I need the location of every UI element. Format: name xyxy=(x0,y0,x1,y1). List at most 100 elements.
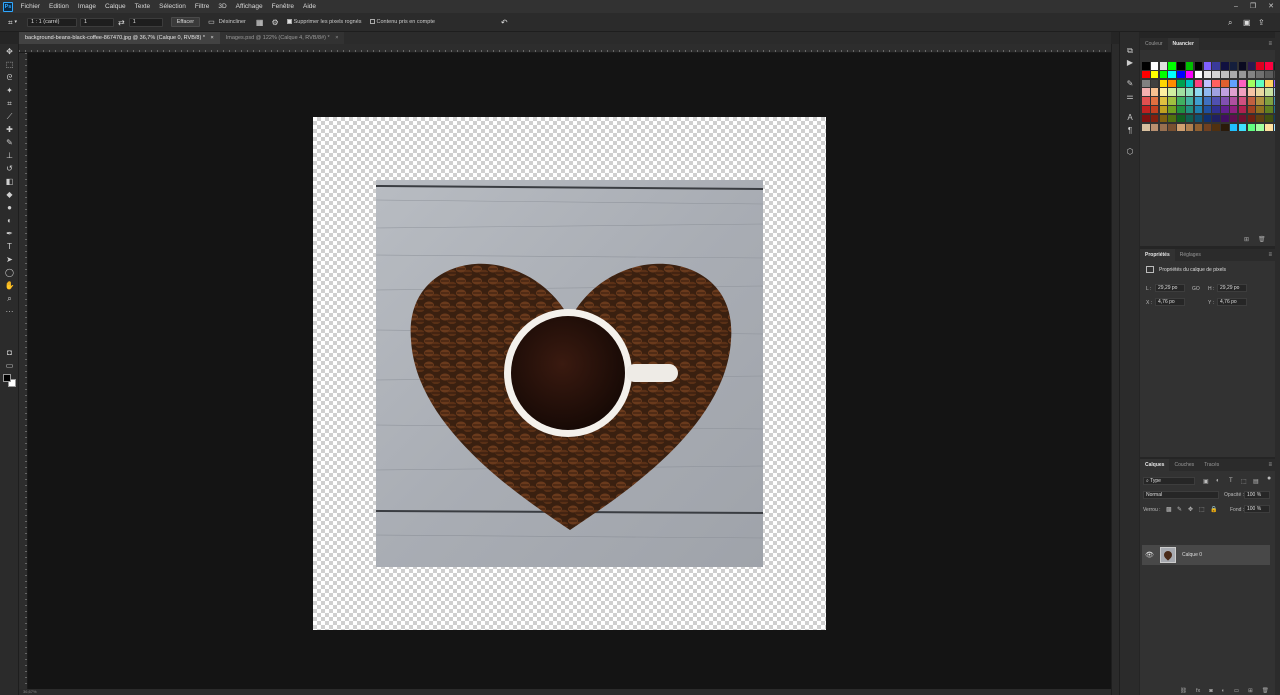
filter-toggle-icon[interactable]: ● xyxy=(1267,475,1271,482)
swatch[interactable] xyxy=(1177,88,1185,96)
search-icon[interactable]: ⌕ xyxy=(1228,13,1232,32)
swatch[interactable] xyxy=(1177,97,1185,105)
swatch[interactable] xyxy=(1150,70,1159,79)
swatch[interactable] xyxy=(1142,88,1150,96)
swatch[interactable] xyxy=(1159,79,1168,88)
panel-menu-icon[interactable]: ≡ xyxy=(1268,38,1272,50)
swatch[interactable] xyxy=(1212,70,1220,79)
filter-shape-icon[interactable]: ⬚ xyxy=(1241,478,1247,485)
tab-traces[interactable]: Tracés xyxy=(1199,459,1224,471)
clear-button[interactable]: Effacer xyxy=(170,17,201,27)
lock-artboard-icon[interactable]: ⬚ xyxy=(1199,506,1205,513)
swatch[interactable] xyxy=(1203,79,1212,88)
swatch[interactable] xyxy=(1221,88,1229,96)
tab-calques[interactable]: Calques xyxy=(1140,459,1170,471)
swatch[interactable] xyxy=(1185,97,1194,105)
more-tools-icon[interactable]: ··· xyxy=(3,306,16,318)
swatch[interactable] xyxy=(1203,70,1212,79)
swatch[interactable] xyxy=(1203,88,1212,96)
menu-calque[interactable]: Calque xyxy=(100,0,130,13)
tab-reglages[interactable]: Réglages xyxy=(1175,249,1206,261)
blur-icon[interactable]: ● xyxy=(3,202,16,214)
link-icon[interactable]: GO xyxy=(1192,286,1200,292)
grid-overlay-icon[interactable]: ▦ xyxy=(256,13,264,32)
swatch[interactable] xyxy=(1229,123,1238,132)
swatch[interactable] xyxy=(1168,70,1176,79)
swatch[interactable] xyxy=(1247,88,1256,96)
menu-filtre[interactable]: Filtre xyxy=(190,0,213,13)
paint-bucket-icon[interactable]: ◆ xyxy=(3,189,16,201)
swatch[interactable] xyxy=(1247,114,1256,123)
swatch[interactable] xyxy=(1247,97,1256,105)
swatch[interactable] xyxy=(1150,88,1159,96)
menu-image[interactable]: Image xyxy=(73,0,100,13)
swatch[interactable] xyxy=(1238,79,1247,88)
panel-menu-icon[interactable]: ≡ xyxy=(1268,459,1272,471)
swatch[interactable] xyxy=(1150,114,1159,123)
swatch[interactable] xyxy=(1194,88,1203,96)
marquee-tool-icon[interactable]: ⬚ xyxy=(3,59,16,71)
eraser-icon[interactable]: ◧ xyxy=(3,176,16,188)
swatch[interactable] xyxy=(1177,123,1185,132)
swatch[interactable] xyxy=(1212,62,1220,70)
eyedropper-icon[interactable]: ⟋ xyxy=(3,111,16,123)
width-field[interactable]: 1 xyxy=(80,17,115,27)
swatch[interactable] xyxy=(1185,70,1194,79)
move-tool-icon[interactable]: ✥ xyxy=(3,46,16,58)
gear-icon[interactable]: ⚙ xyxy=(271,13,278,32)
y-input[interactable]: 4,76 po xyxy=(1217,298,1247,306)
swatch[interactable] xyxy=(1150,105,1159,114)
vertical-ruler[interactable] xyxy=(19,53,28,689)
x-input[interactable]: 4,76 po xyxy=(1155,298,1185,306)
brush-settings-icon[interactable]: ✎ xyxy=(1125,79,1135,89)
swatch[interactable] xyxy=(1247,62,1256,70)
swatch[interactable] xyxy=(1159,88,1168,96)
swatch[interactable] xyxy=(1256,79,1264,88)
swatch[interactable] xyxy=(1265,105,1273,114)
swatch[interactable] xyxy=(1168,105,1176,114)
swatch[interactable] xyxy=(1229,70,1238,79)
swatch[interactable] xyxy=(1159,105,1168,114)
brush-icon[interactable]: ✎ xyxy=(3,137,16,149)
swatch[interactable] xyxy=(1256,62,1264,70)
swatch[interactable] xyxy=(1212,105,1220,114)
swatch[interactable] xyxy=(1150,62,1159,70)
swatch[interactable] xyxy=(1177,79,1185,88)
adjust-icon[interactable]: ⚌ xyxy=(1125,92,1135,102)
link-layers-icon[interactable]: ⛓ xyxy=(1180,688,1187,694)
swatch[interactable] xyxy=(1229,97,1238,105)
history-brush-icon[interactable]: ↺ xyxy=(3,163,16,175)
eye-icon[interactable]: 👁 xyxy=(1145,551,1157,559)
tab-close-icon[interactable]: × xyxy=(335,35,338,41)
undo-icon[interactable]: ↶ xyxy=(501,13,508,32)
new-swatch-icon[interactable]: ⊞ xyxy=(1244,236,1249,243)
swatch[interactable] xyxy=(1168,88,1176,96)
swatch[interactable] xyxy=(1221,105,1229,114)
zoom-tool-icon[interactable]: ⌕ xyxy=(3,293,16,305)
swatch[interactable] xyxy=(1212,123,1220,132)
panel-menu-icon[interactable]: ≡ xyxy=(1268,249,1272,261)
canvas-scrollbar[interactable] xyxy=(1111,44,1119,695)
menu-texte[interactable]: Texte xyxy=(130,0,155,13)
swatch[interactable] xyxy=(1185,114,1194,123)
horizontal-ruler[interactable] xyxy=(19,44,1111,53)
swatch[interactable] xyxy=(1159,70,1168,79)
swatch[interactable] xyxy=(1194,105,1203,114)
swatch[interactable] xyxy=(1194,70,1203,79)
swatch[interactable] xyxy=(1221,70,1229,79)
swatch[interactable] xyxy=(1194,79,1203,88)
swatch[interactable] xyxy=(1256,123,1264,132)
crop-icon[interactable]: ⌗ xyxy=(8,13,13,32)
swatch[interactable] xyxy=(1221,79,1229,88)
swatch[interactable] xyxy=(1265,62,1273,70)
swatch[interactable] xyxy=(1185,79,1194,88)
dodge-icon[interactable]: ◐ xyxy=(3,215,16,227)
swatch[interactable] xyxy=(1265,70,1273,79)
menu-fichier[interactable]: Fichier xyxy=(16,0,45,13)
actions-icon[interactable]: ▶ xyxy=(1125,58,1135,68)
layer-filter-select[interactable]: ⌕ Type xyxy=(1143,477,1195,485)
swatch[interactable] xyxy=(1229,79,1238,88)
tab-proprietes[interactable]: Propriétés xyxy=(1140,249,1175,261)
swatch[interactable] xyxy=(1238,62,1247,70)
canvas-area[interactable] xyxy=(28,53,1111,689)
